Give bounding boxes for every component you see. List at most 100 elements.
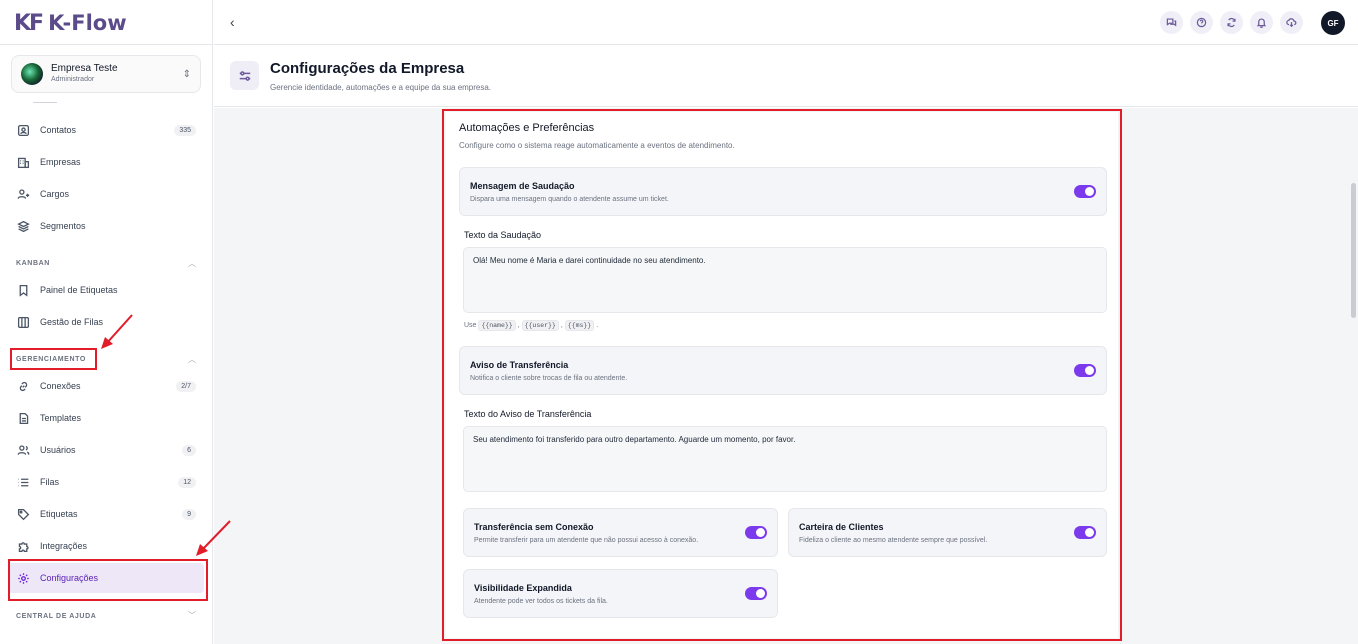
sidebar-item-integracoes[interactable]: Integrações: [8, 531, 204, 561]
greeting-text-input[interactable]: Olá! Meu nome é Maria e darei continuida…: [463, 247, 1107, 313]
building-icon: [17, 157, 30, 168]
sidebar-item-label: Integrações: [40, 541, 88, 551]
company-name: Empresa Teste: [51, 63, 118, 74]
sidebar-item-templates[interactable]: Templates: [8, 403, 204, 433]
expanded-visibility-toggle[interactable]: [745, 587, 767, 600]
chat-icon: [1166, 18, 1177, 27]
company-switcher[interactable]: Empresa Teste Administrador ⇕: [11, 55, 201, 93]
setting-description: Fideliza o cliente ao mesmo atendente se…: [799, 537, 988, 544]
help-button[interactable]: [1190, 11, 1213, 34]
refresh-icon: [1227, 17, 1236, 28]
link-icon: [19, 381, 28, 391]
chevron-up-icon[interactable]: ︿: [188, 354, 196, 365]
puzzle-icon: [18, 541, 29, 552]
expanded-visibility-setting: Visibilidade Expandida Atendente pode ve…: [463, 569, 778, 618]
transfer-text-input[interactable]: Seu atendimento foi transferido para out…: [463, 426, 1107, 492]
variable-ms: {{ms}}: [564, 320, 595, 331]
setting-description: Dispara uma mensagem quando o atendente …: [470, 196, 669, 203]
bookmark-icon: [19, 284, 28, 297]
chat-button[interactable]: [1160, 11, 1183, 34]
sidebar-item-etiquetas[interactable]: Etiquetas 9: [8, 499, 204, 529]
client-wallet-toggle[interactable]: [1074, 526, 1096, 539]
section-title-gerenciamento: GERENCIAMENTO: [16, 356, 86, 363]
company-avatar: [21, 63, 43, 85]
count-badge: 335: [174, 124, 196, 136]
sidebar-item-filas[interactable]: Filas 12: [8, 467, 204, 497]
top-actions: [1160, 11, 1303, 34]
app-logo[interactable]: KF K-Flow: [14, 10, 127, 36]
sidebar-item-label: Templates: [40, 413, 82, 423]
sidebar-item-empresas[interactable]: Empresas: [8, 147, 204, 177]
setting-title: Aviso de Transferência: [470, 360, 569, 370]
card-subtitle: Configure como o sistema reage automatic…: [459, 141, 735, 150]
divider: [0, 44, 213, 45]
count-badge: 6: [182, 444, 196, 456]
chevron-up-icon[interactable]: ︿: [188, 258, 196, 269]
sidebar-item-painel-etiquetas[interactable]: Painel de Etiquetas: [8, 275, 204, 305]
tag-icon: [17, 508, 30, 520]
scrollbar[interactable]: [1351, 183, 1356, 318]
sidebar-item-usuarios[interactable]: Usuários 6: [8, 435, 204, 465]
page-header: Configurações da Empresa Gerencie identi…: [214, 45, 1358, 107]
users-icon: [17, 444, 30, 455]
gear-icon: [18, 572, 29, 584]
transfer-toggle[interactable]: [1074, 364, 1096, 377]
setting-description: Permite transferir para um atendente que…: [474, 537, 699, 544]
sidebar-item-configuracoes[interactable]: Configurações: [8, 563, 204, 593]
greeting-setting: Mensagem de Saudação Dispara uma mensage…: [459, 167, 1107, 216]
sidebar-item-label: Usuários: [40, 445, 76, 455]
chevron-down-icon[interactable]: ﹀: [188, 610, 196, 621]
logo-mark-icon: KF: [14, 10, 44, 36]
setting-title: Transferência sem Conexão: [474, 522, 594, 532]
sidebar-item-label: Filas: [40, 477, 60, 487]
sidebar: KF K-Flow Empresa Teste Administrador ⇕ …: [0, 0, 213, 644]
client-wallet-setting: Carteira de Clientes Fideliza o cliente …: [788, 508, 1107, 557]
sidebar-item-label: Configurações: [40, 573, 99, 583]
clipped-nav-item: [33, 99, 57, 103]
sidebar-item-label: Painel de Etiquetas: [40, 285, 118, 295]
sidebar-item-label: Cargos: [40, 189, 70, 199]
setting-description: Notifica o cliente sobre trocas de fila …: [470, 375, 628, 382]
chevron-left-icon[interactable]: ‹: [230, 14, 235, 30]
section-title-kanban: KANBAN: [16, 260, 50, 267]
bell-icon: [1256, 18, 1267, 28]
list-icon: [18, 478, 29, 486]
variable-user: {{user}}: [521, 320, 559, 331]
page-subtitle: Gerencie identidade, automações e a equi…: [270, 83, 492, 92]
section-title-central-ajuda: CENTRAL DE AJUDA: [16, 613, 97, 620]
user-avatar[interactable]: GF: [1321, 11, 1345, 35]
notifications-button[interactable]: [1250, 11, 1273, 34]
transfer-text-label: Texto do Aviso de Transferência: [464, 409, 592, 419]
help-circle-icon: [1196, 17, 1207, 28]
sidebar-item-gestao-filas[interactable]: Gestão de Filas: [8, 307, 204, 337]
hint-end: .: [596, 322, 599, 329]
greeting-toggle[interactable]: [1074, 185, 1096, 198]
page-title: Configurações da Empresa: [270, 60, 465, 77]
sidebar-item-segmentos[interactable]: Segmentos: [8, 211, 204, 241]
file-text-icon: [19, 412, 29, 424]
sidebar-item-label: Etiquetas: [40, 509, 78, 519]
sidebar-item-label: Conexões: [40, 381, 81, 391]
company-role: Administrador: [51, 76, 95, 83]
count-badge: 12: [178, 476, 196, 488]
variables-hint: Use {{name}} , {{user}} , {{ms}} .: [464, 320, 598, 331]
sidebar-item-label: Gestão de Filas: [40, 317, 104, 327]
user-role-icon: [17, 188, 30, 199]
top-bar: ‹ GF: [214, 0, 1358, 45]
sidebar-item-cargos[interactable]: Cargos: [8, 179, 204, 209]
card-title: Automações e Preferências: [459, 122, 595, 134]
automations-card: Automações e Preferências Configure como…: [446, 112, 1118, 638]
layers-icon: [17, 220, 30, 232]
download-button[interactable]: [1280, 11, 1303, 34]
hint-separator: ,: [517, 322, 520, 329]
sync-button[interactable]: [1220, 11, 1243, 34]
hint-separator: ,: [560, 322, 563, 329]
sidebar-item-conexoes[interactable]: Conexões 2/7: [8, 371, 204, 401]
sidebar-item-contatos[interactable]: Contatos 335: [8, 115, 204, 145]
no-connection-toggle[interactable]: [745, 526, 767, 539]
sidebar-item-label: Segmentos: [40, 221, 86, 231]
sidebar-item-label: Empresas: [40, 157, 81, 167]
variable-name: {{name}}: [478, 320, 516, 331]
transfer-setting: Aviso de Transferência Notifica o client…: [459, 346, 1107, 395]
logo-text: K-Flow: [48, 11, 127, 35]
